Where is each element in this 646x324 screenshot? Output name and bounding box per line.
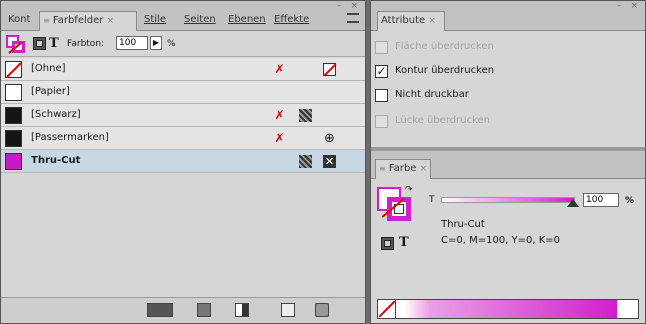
container-icon[interactable] <box>33 37 46 50</box>
swatch-chip <box>5 84 22 101</box>
nonprinting-row: Nicht druckbar <box>375 87 635 105</box>
overprint-stroke-checkbox[interactable]: ✓ <box>375 65 388 78</box>
registration-icon: ⊕ <box>324 131 335 146</box>
swatch-chip <box>5 107 22 124</box>
checkbox-label: Fläche überdrucken <box>395 41 494 52</box>
checkbox-label: Lücke überdrucken <box>395 115 490 126</box>
tab-effekte[interactable]: Effekte <box>271 11 319 31</box>
color-tint-input[interactable] <box>583 193 619 207</box>
tab-grip-icon: ≡ <box>379 164 386 173</box>
swatch-name: [Passermarken] <box>31 132 109 143</box>
tab-close-icon[interactable]: × <box>420 164 428 174</box>
none-color-icon[interactable] <box>378 300 396 318</box>
spot-color-icon: ✕ <box>323 155 336 168</box>
attributes-panel: Attribute × – × Fläche überdrucken ✓ Kon… <box>370 0 646 324</box>
fill-stroke-icon[interactable] <box>6 35 26 54</box>
tab-kontur[interactable]: Kont <box>5 11 37 31</box>
color-ramp[interactable] <box>377 299 639 319</box>
tint-slider-handle[interactable] <box>567 199 579 207</box>
tab-label: Kont <box>8 14 31 25</box>
swatches-bottom-bar <box>1 297 365 323</box>
tab-stile[interactable]: Stile <box>141 11 179 31</box>
show-all-swatches-icon[interactable] <box>147 303 173 317</box>
swatch-name: Thru-Cut <box>31 155 81 166</box>
tint-slider[interactable] <box>441 197 575 203</box>
tint-label: Farbton: <box>67 39 105 49</box>
none-swatch-icon <box>323 63 337 77</box>
tab-label: Effekte <box>274 14 310 25</box>
window-controls[interactable]: – × <box>337 1 361 11</box>
swatch-chip <box>5 153 22 170</box>
no-edit-icon: ✗ <box>274 108 285 122</box>
new-swatch-icon[interactable] <box>281 303 295 317</box>
list-item[interactable]: [Passermarken] ✗ ⊕ <box>1 127 365 150</box>
tab-close-icon[interactable]: × <box>107 16 115 26</box>
process-color-icon <box>299 109 312 122</box>
overprint-stroke-row: ✓ Kontur überdrucken <box>375 63 635 81</box>
tab-ebenen[interactable]: Ebenen <box>225 11 269 31</box>
cmyk-values: C=0, M=100, Y=0, K=0 <box>441 235 561 246</box>
swatches-toolbar: T Farbton: ▶ % <box>1 31 365 57</box>
left-tab-bar: Kont ≡ Farbfelder × Stile Seiten Ebenen … <box>1 1 365 31</box>
tab-grip-icon: ≡ <box>43 16 50 25</box>
overprint-fill-checkbox[interactable] <box>375 41 388 54</box>
swatches-panel: Kont ≡ Farbfelder × Stile Seiten Ebenen … <box>0 0 366 324</box>
overprint-fill-row: Fläche überdrucken <box>375 39 635 57</box>
text-icon[interactable]: T <box>399 235 409 250</box>
nonprinting-checkbox[interactable] <box>375 89 388 102</box>
fill-stroke-icon[interactable]: ↷ <box>377 185 413 223</box>
swatch-name: [Ohne] <box>31 63 66 74</box>
color-tab-bar: ≡ Farbe × <box>371 151 645 179</box>
swatch-name: [Papier] <box>31 86 70 97</box>
list-item[interactable]: [Papier] <box>1 81 365 104</box>
tint-input[interactable] <box>116 36 148 50</box>
overprint-gap-checkbox[interactable] <box>375 115 388 128</box>
show-gradient-swatches-icon[interactable] <box>235 303 249 317</box>
checkbox-label: Nicht druckbar <box>395 89 469 100</box>
percent-label: % <box>625 196 635 206</box>
swap-icon[interactable]: ↷ <box>405 185 413 195</box>
swatch-chip <box>5 61 22 78</box>
text-icon[interactable]: T <box>49 36 59 51</box>
color-swatch-name: Thru-Cut <box>441 219 485 230</box>
no-edit-icon: ✗ <box>274 62 285 76</box>
show-color-swatches-icon[interactable] <box>197 303 211 317</box>
tab-label: Attribute <box>381 15 426 26</box>
tab-label: Farbe <box>388 163 417 174</box>
tab-label: Stile <box>144 14 166 25</box>
tint-stepper-icon[interactable]: ▶ <box>150 36 162 50</box>
tab-seiten[interactable]: Seiten <box>181 11 223 31</box>
list-item-selected[interactable]: Thru-Cut ✕ <box>1 150 365 173</box>
window-controls[interactable]: – × <box>617 1 641 11</box>
tab-label: Seiten <box>184 14 216 25</box>
percent-label: % <box>167 39 176 49</box>
swatch-name: [Schwarz] <box>31 109 81 120</box>
swatch-chip <box>5 130 22 147</box>
list-item[interactable]: [Schwarz] ✗ <box>1 104 365 127</box>
tint-slider-label: T <box>429 195 435 205</box>
checkbox-label: Kontur überdrucken <box>395 65 495 76</box>
tab-close-icon[interactable]: × <box>428 16 436 26</box>
overprint-gap-row: Lücke überdrucken <box>375 113 635 131</box>
tab-color[interactable]: ≡ Farbe × <box>375 159 431 179</box>
list-item[interactable]: [Ohne] ✗ <box>1 58 365 81</box>
process-color-icon <box>299 155 312 168</box>
container-icon[interactable] <box>381 237 394 250</box>
tab-label: Ebenen <box>228 14 266 25</box>
tab-label: Farbfelder <box>52 15 104 26</box>
tab-attributes[interactable]: Attribute × <box>377 11 445 31</box>
no-edit-icon: ✗ <box>274 131 285 145</box>
panel-menu-icon[interactable] <box>347 13 359 23</box>
delete-swatch-icon[interactable] <box>315 303 329 317</box>
tab-swatches[interactable]: ≡ Farbfelder × <box>39 11 137 31</box>
attributes-tab-bar: Attribute × – × <box>371 1 645 31</box>
